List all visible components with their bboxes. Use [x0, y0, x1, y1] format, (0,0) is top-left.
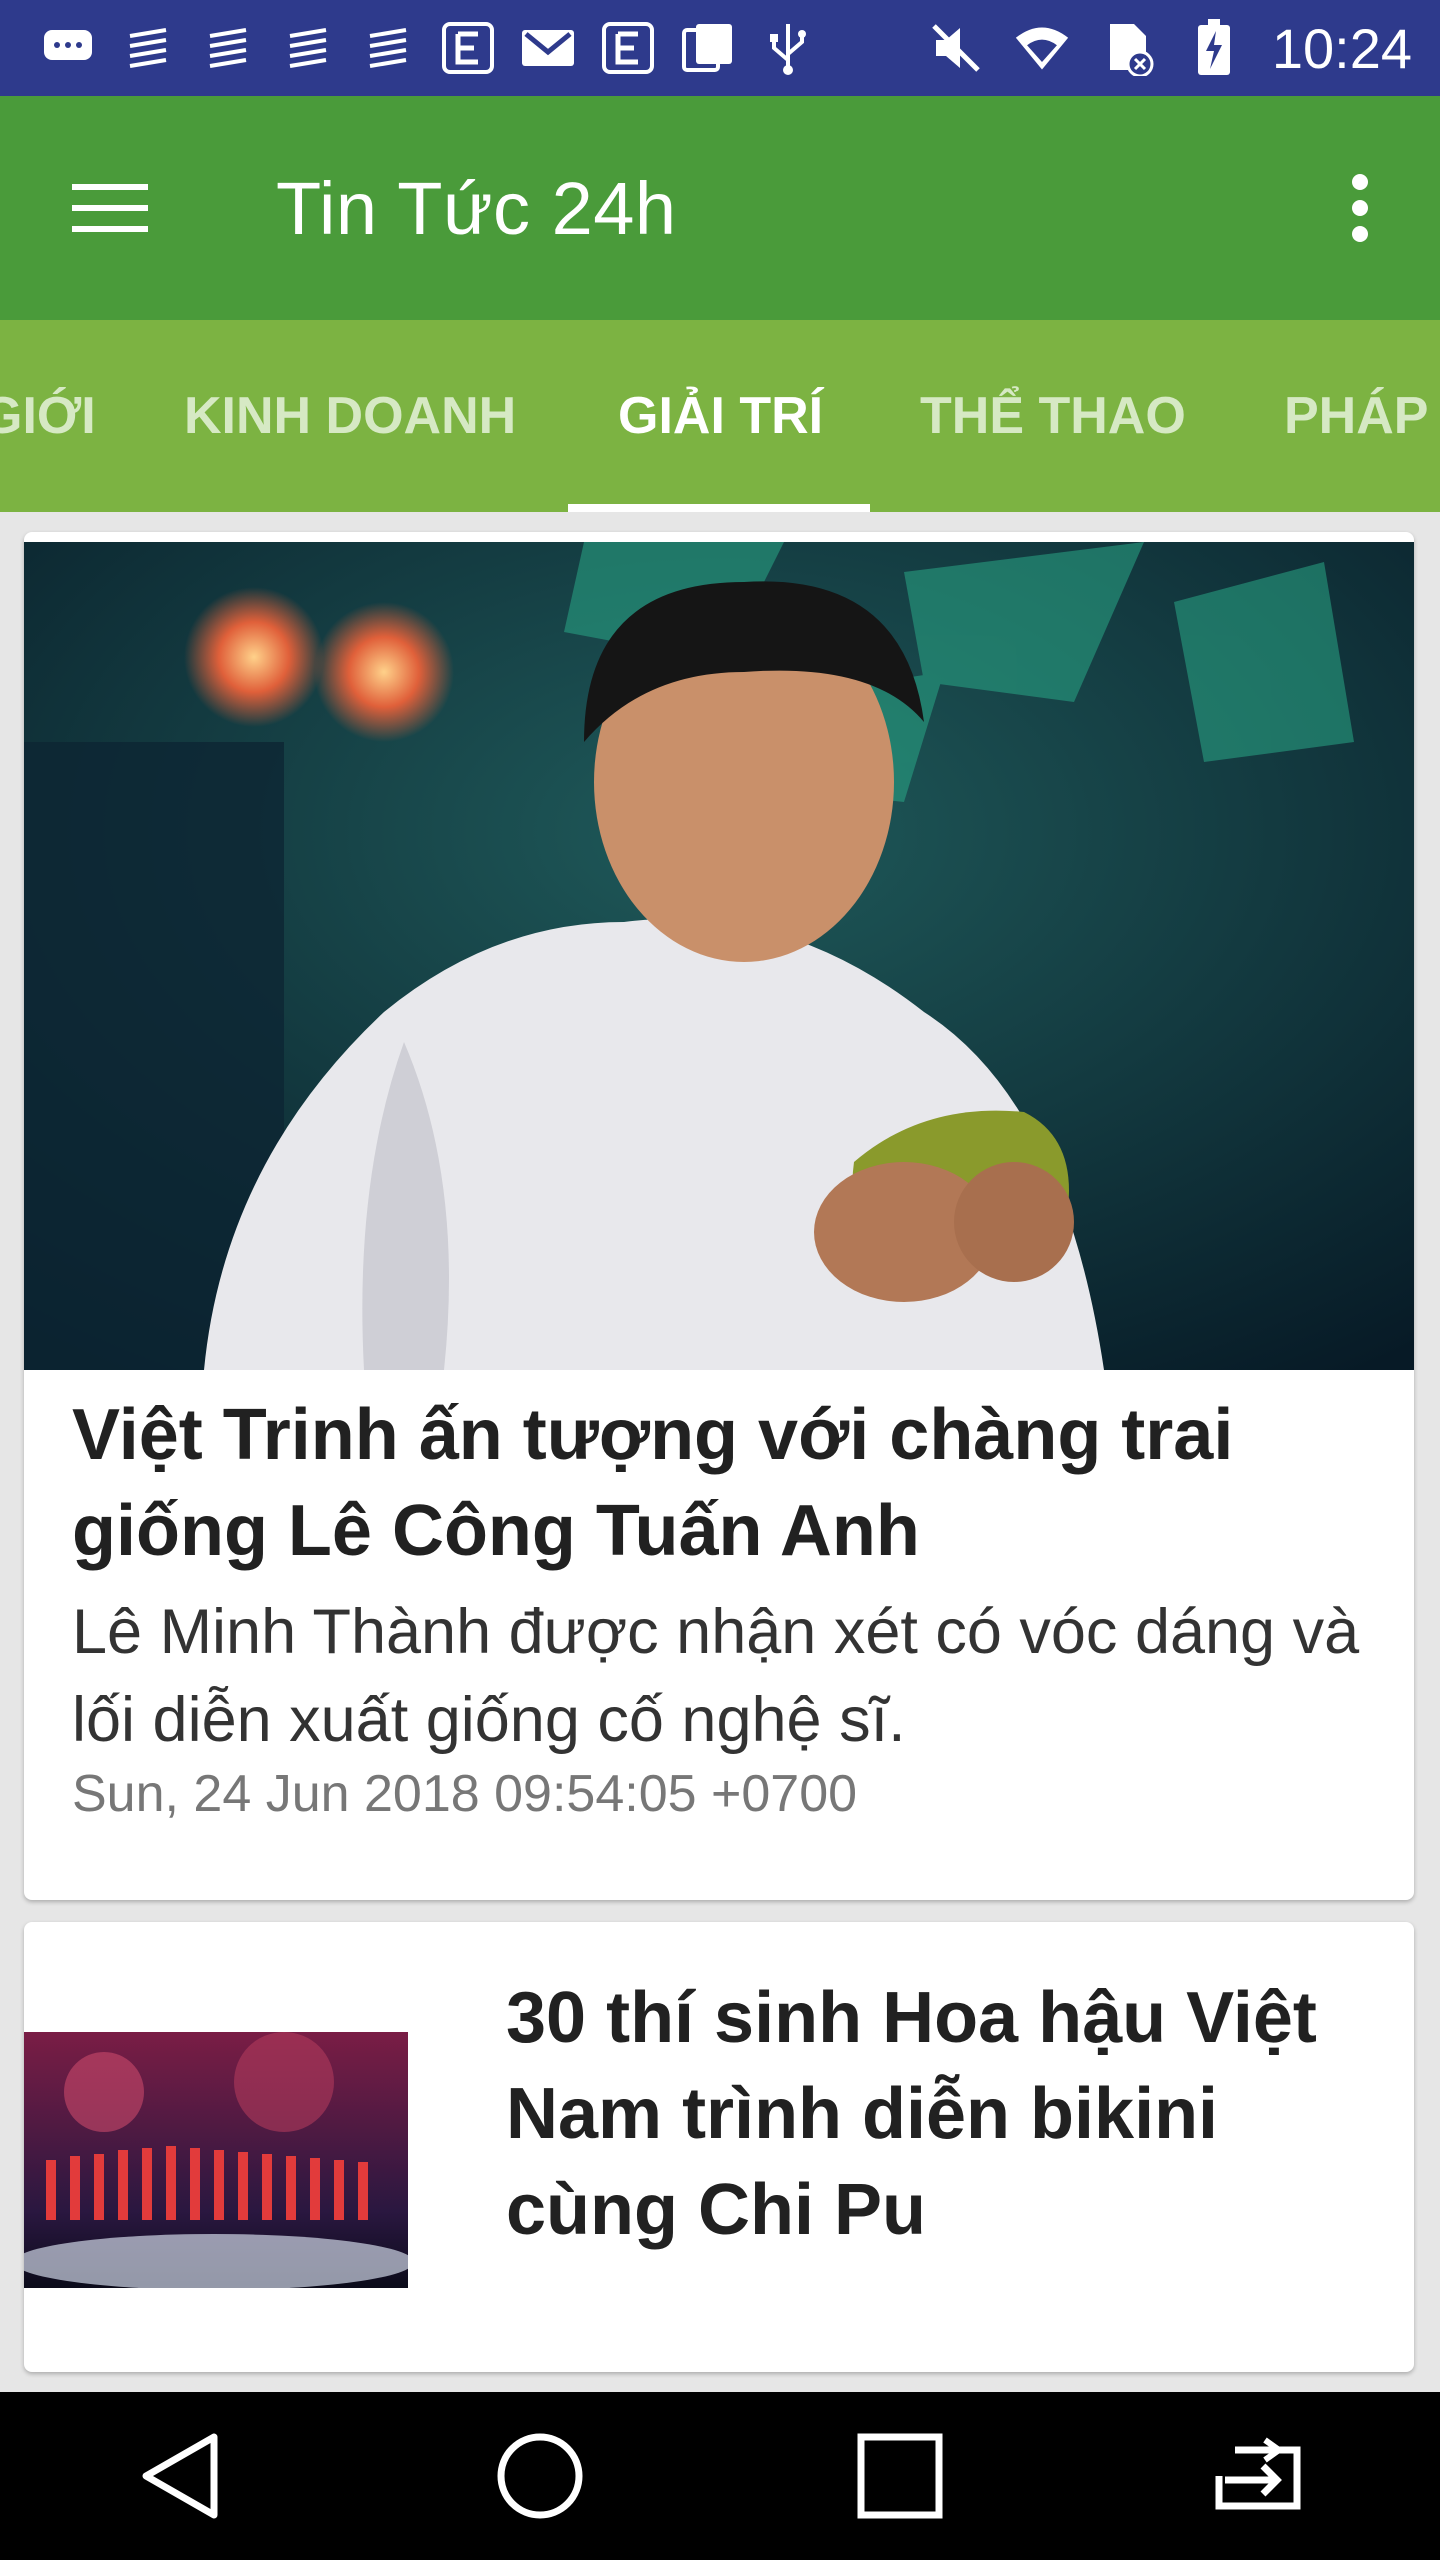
- notification-lines-icon: [120, 20, 176, 76]
- email-e-icon: [440, 20, 496, 76]
- article-image: [24, 542, 1414, 1370]
- navigation-bar: [0, 2392, 1440, 2560]
- menu-icon[interactable]: [70, 168, 150, 248]
- usb-icon: [760, 20, 816, 76]
- battery-charging-icon: [1186, 19, 1242, 76]
- notification-lines-icon: [360, 20, 416, 76]
- tab-the-thao[interactable]: THỂ THAO: [920, 320, 1186, 512]
- notification-icons: [0, 20, 816, 76]
- switch-app-icon[interactable]: [1205, 2421, 1315, 2531]
- status-time: 10:24: [1271, 16, 1412, 80]
- more-options-icon[interactable]: [1330, 168, 1390, 248]
- article-thumbnail: [24, 2032, 408, 2288]
- notification-lines-icon: [280, 20, 336, 76]
- article-card[interactable]: Việt Trinh ấn tượng với chàng trai giống…: [24, 532, 1414, 1900]
- mute-icon: [928, 20, 984, 76]
- category-tabs: GIỚI KINH DOANH GIẢI TRÍ THỂ THAO PHÁP: [0, 320, 1440, 512]
- sim-off-icon: [1100, 20, 1156, 76]
- article-headline[interactable]: 30 thí sinh Hoa hậu Việt Nam trình diễn …: [506, 1970, 1386, 2258]
- tab-phap-luat[interactable]: PHÁP: [1284, 320, 1428, 512]
- article-date: Sun, 24 Jun 2018 09:54:05 +0700: [72, 1765, 858, 1823]
- back-icon[interactable]: [125, 2421, 235, 2531]
- wifi-icon: [1014, 20, 1070, 76]
- status-bar: 10:24: [0, 0, 1440, 96]
- system-icons: 10:24: [928, 16, 1440, 81]
- app-title: Tin Tức 24h: [276, 166, 677, 250]
- email-e-icon: [600, 20, 656, 76]
- article-headline[interactable]: Việt Trinh ấn tượng với chàng trai giống…: [72, 1387, 1372, 1579]
- article-card[interactable]: 30 thí sinh Hoa hậu Việt Nam trình diễn …: [24, 1922, 1414, 2372]
- article-summary: Lê Minh Thành được nhận xét có vóc dáng …: [72, 1597, 1360, 1755]
- chat-icon: [40, 20, 96, 76]
- tab-kinh-doanh[interactable]: KINH DOANH: [184, 320, 516, 512]
- copy-icon: [680, 20, 736, 76]
- active-tab-indicator: [568, 504, 870, 512]
- home-icon[interactable]: [485, 2421, 595, 2531]
- notification-lines-icon: [200, 20, 256, 76]
- tab-the-gioi[interactable]: GIỚI: [0, 320, 96, 512]
- tab-giai-tri[interactable]: GIẢI TRÍ: [618, 320, 823, 512]
- app-bar: Tin Tức 24h: [0, 96, 1440, 320]
- recents-icon[interactable]: [845, 2421, 955, 2531]
- gmail-icon: [520, 20, 576, 76]
